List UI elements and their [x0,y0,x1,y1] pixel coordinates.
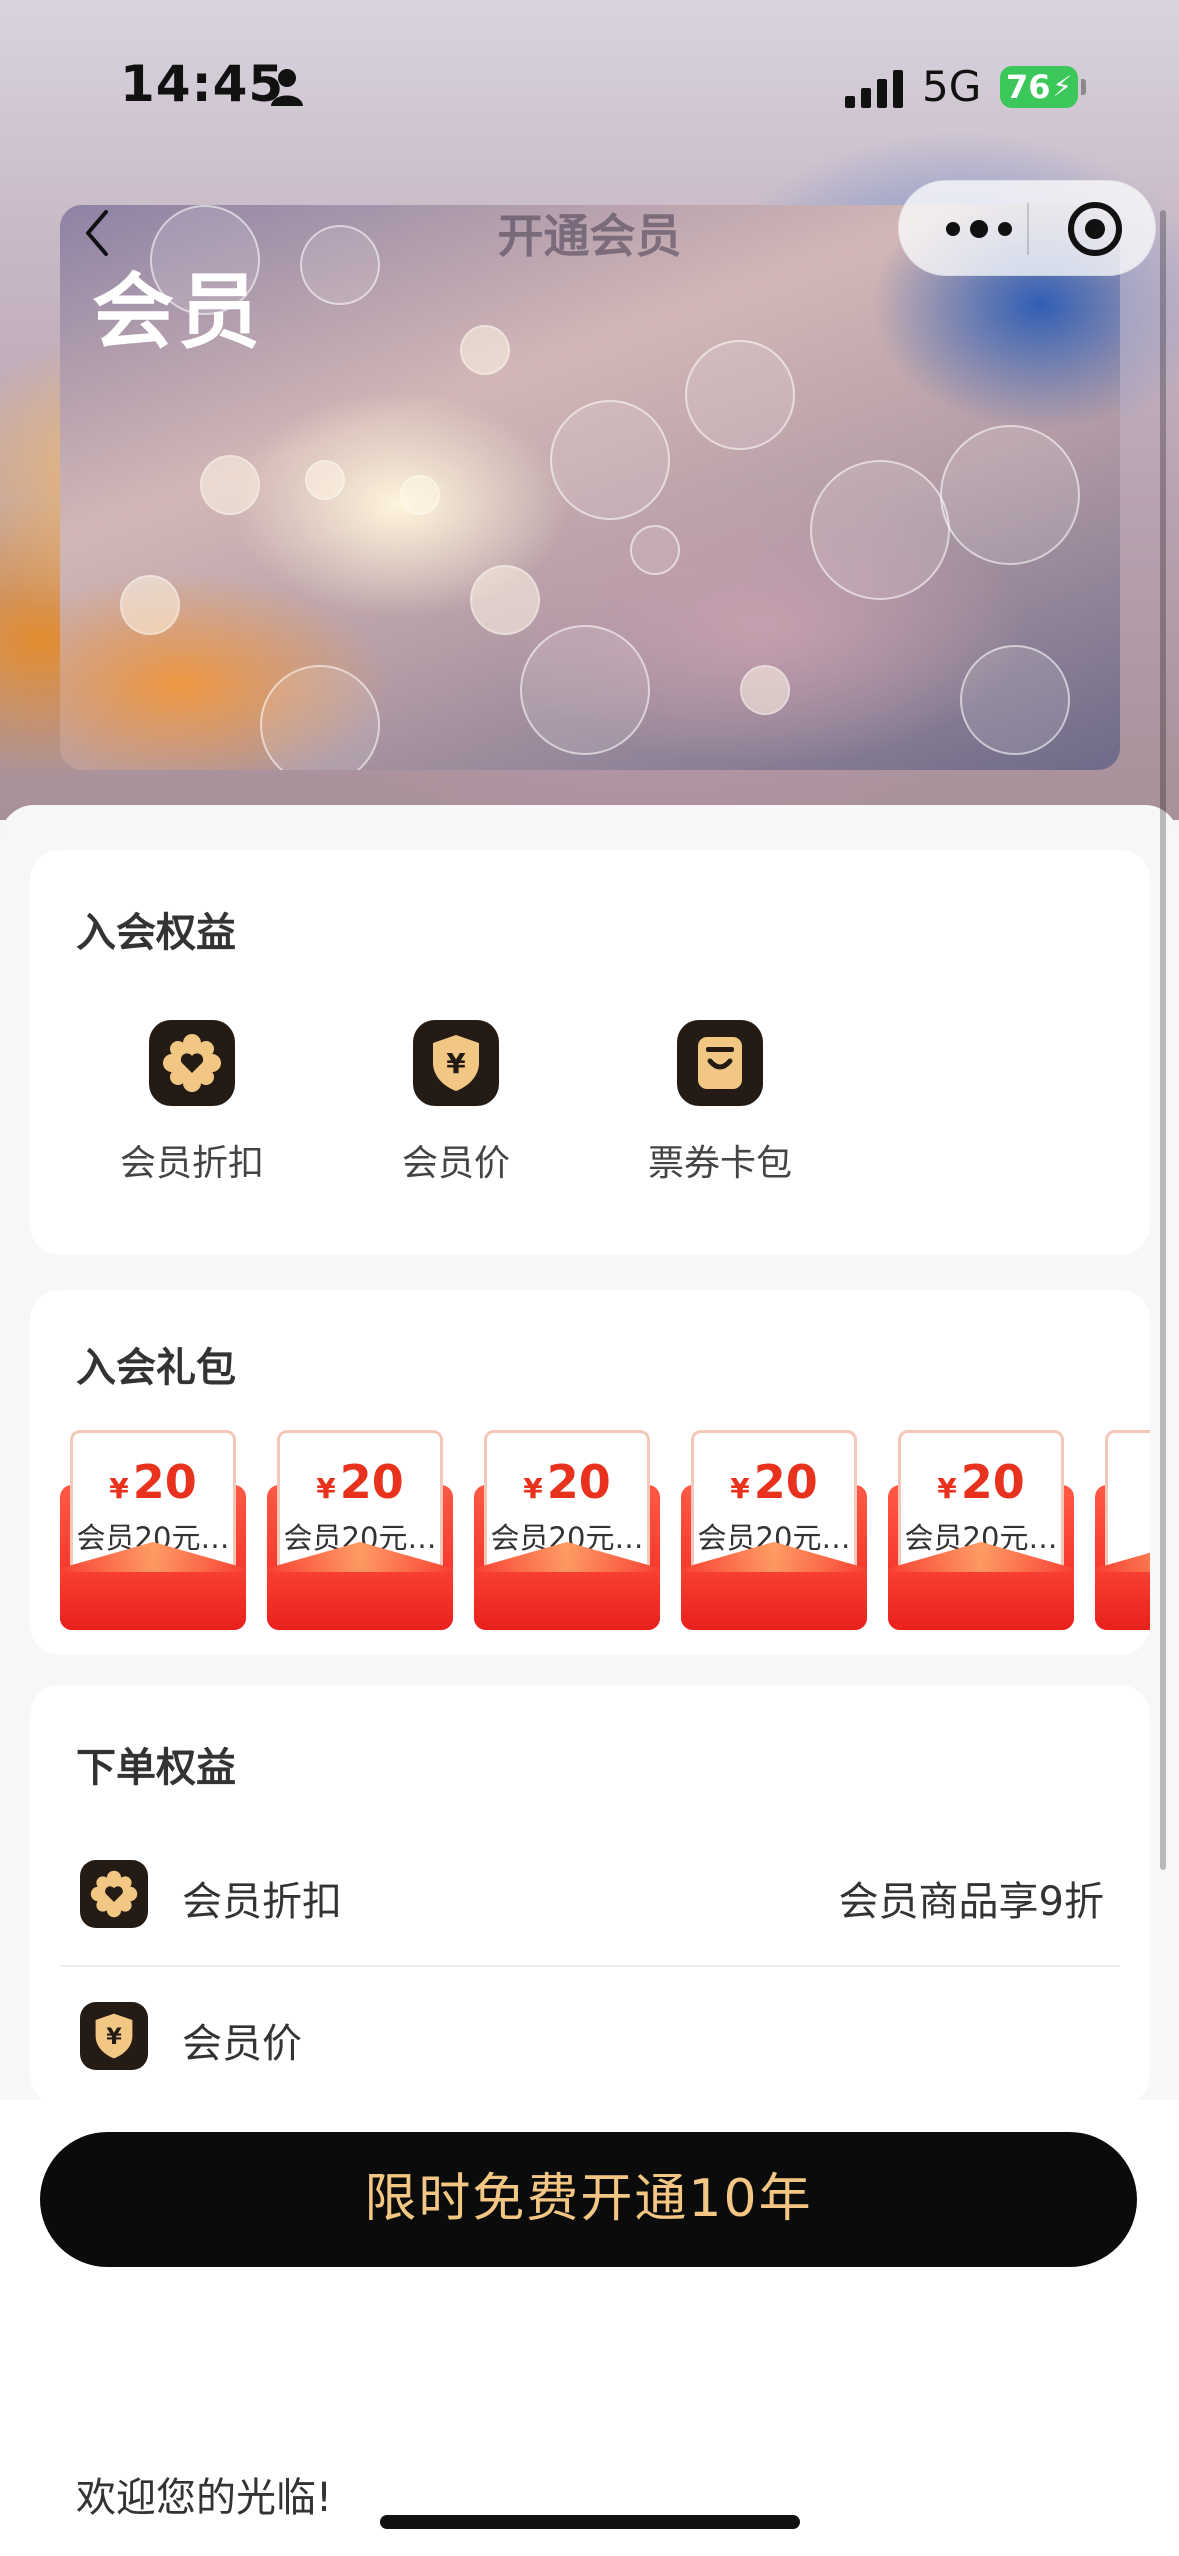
wallet-icon [677,1020,763,1106]
order-benefit-row[interactable]: ¥ 会员价 [30,1967,1150,2107]
order-benefit-name: 会员折扣 [182,1879,342,1925]
order-benefit-name: 会员价 [182,2021,302,2067]
mini-program-capsule [898,180,1156,276]
order-benefit-row[interactable]: 会员折扣 会员商品享9折 [30,1825,1150,1965]
capsule-divider [1027,203,1029,255]
coupon-carousel[interactable]: ¥20 会员20元… ¥20 会员20元… ¥20 会员20元… ¥20 会员20元… … [60,1430,1150,1640]
signal-icon [845,70,903,108]
benefit-label: 会员价 [401,1143,510,1184]
flower-heart-icon [149,1020,235,1106]
benefit-member-discount[interactable]: 会员折扣 [92,1020,292,1186]
coupon-card-partial[interactable] [1095,1430,1150,1630]
free-activate-button[interactable]: 限时免费开通10年 [40,2132,1137,2267]
status-time: 14:45 [120,55,285,113]
coupon-card[interactable]: ¥20 会员20元… [474,1430,660,1630]
benefit-member-price[interactable]: ¥ 会员价 [356,1020,556,1186]
benefit-ticket-wallet[interactable]: 票券卡包 [620,1020,820,1186]
flower-heart-icon [80,1860,148,1928]
order-benefit-value: 会员商品享9折 [838,1879,1104,1925]
benefit-label: 会员折扣 [119,1143,264,1184]
close-target-icon[interactable] [1067,201,1123,257]
status-bar: 14:45 5G 76 ⚡ [0,0,1179,170]
join-gifts-heading: 入会礼包 [76,1345,236,1391]
join-benefits-heading: 入会权益 [76,910,236,956]
battery-indicator: 76 ⚡ [1000,66,1086,108]
coupon-card[interactable]: ¥20 会员20元… [888,1430,1074,1630]
order-benefits-panel: 下单权益 会员折扣 会员商品享9折 ¥ 会员价 [30,1685,1150,2105]
battery-level: 76 [1006,68,1051,106]
welcome-text: 欢迎您的光临! [76,2475,333,2521]
more-options-icon[interactable] [939,211,1019,247]
join-benefits-panel: 入会权益 会员折扣 ¥ 会员价 票券卡包 [30,850,1150,1255]
coupon-card[interactable]: ¥20 会员20元… [681,1430,867,1630]
svg-text:¥: ¥ [106,2024,122,2050]
person-icon [271,69,303,106]
scrollbar[interactable] [1160,210,1166,1870]
yen-shield-icon: ¥ [413,1020,499,1106]
coupon-card[interactable]: ¥20 会员20元… [60,1430,246,1630]
benefit-label: 票券卡包 [647,1143,792,1184]
banner-title: 会员 [92,265,265,360]
yen-shield-icon: ¥ [80,2002,148,2070]
network-type: 5G [922,62,982,111]
home-indicator[interactable] [380,2515,800,2529]
svg-text:¥: ¥ [446,1047,466,1080]
charging-bolt-icon: ⚡ [1052,70,1072,103]
order-benefits-heading: 下单权益 [76,1745,236,1791]
coupon-card[interactable]: ¥20 会员20元… [267,1430,453,1630]
